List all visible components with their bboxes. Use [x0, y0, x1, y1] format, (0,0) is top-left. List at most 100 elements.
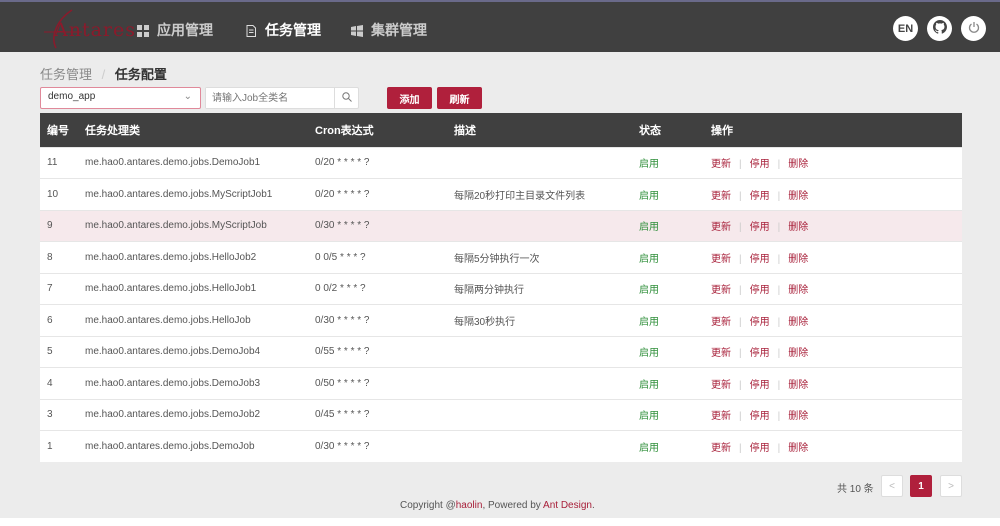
job-id: 10	[40, 178, 85, 210]
divider: |	[739, 285, 742, 297]
nav-cluster[interactable]: 集群管理	[351, 20, 427, 40]
update-link[interactable]: 更新	[711, 285, 731, 296]
disable-link[interactable]: 停用	[750, 443, 770, 454]
delete-link[interactable]: 删除	[788, 317, 808, 328]
update-link[interactable]: 更新	[711, 411, 731, 422]
job-desc	[454, 367, 639, 399]
job-class: me.hao0.antares.demo.jobs.HelloJob1	[85, 272, 315, 305]
disable-link[interactable]: 停用	[750, 317, 770, 328]
author-link[interactable]: haolin	[456, 500, 483, 511]
update-link[interactable]: 更新	[711, 317, 731, 328]
disable-link[interactable]: 停用	[750, 285, 770, 296]
job-search-input[interactable]	[206, 88, 334, 108]
app-select[interactable]: demo_app ⌄	[40, 87, 201, 109]
job-cron: 0 0/2 * * * ?	[315, 272, 454, 305]
pagination-prev[interactable]: <	[881, 475, 903, 497]
job-class: me.hao0.antares.demo.jobs.MyScriptJob	[85, 209, 315, 242]
delete-link[interactable]: 删除	[788, 411, 808, 422]
pagination-page[interactable]: 1	[910, 475, 932, 497]
windows-icon	[351, 24, 363, 37]
update-link[interactable]: 更新	[711, 348, 731, 359]
job-class: me.hao0.antares.demo.jobs.DemoJob	[85, 430, 315, 462]
breadcrumb-separator: /	[101, 67, 106, 82]
update-link[interactable]: 更新	[711, 222, 731, 233]
divider: |	[777, 285, 781, 297]
job-cron: 0/30 * * * * ?	[315, 209, 454, 242]
divider: |	[777, 222, 781, 234]
table-header: 编号 任务处理类 Cron表达式 描述 状态 操作	[40, 113, 962, 147]
disable-link[interactable]: 停用	[750, 254, 770, 265]
github-icon	[932, 20, 947, 37]
logout-button[interactable]	[961, 16, 986, 41]
divider: |	[739, 316, 742, 328]
nav-jobs[interactable]: 任务管理	[245, 20, 321, 40]
breadcrumb: 任务管理 / 任务配置	[40, 64, 167, 83]
job-desc: 每隔30秒执行	[454, 304, 639, 336]
job-desc: 每隔20秒打印主目录文件列表	[454, 178, 639, 210]
language-button[interactable]: EN	[893, 16, 918, 41]
github-button[interactable]	[927, 16, 952, 41]
job-class: me.hao0.antares.demo.jobs.DemoJob1	[85, 146, 315, 179]
job-id: 11	[40, 146, 85, 179]
table-row: 5 me.hao0.antares.demo.jobs.DemoJob4 0/5…	[40, 335, 962, 368]
breadcrumb-jobs[interactable]: 任务管理	[40, 67, 92, 82]
refresh-button[interactable]: 刷新	[437, 87, 482, 109]
job-search	[205, 87, 359, 109]
disable-link[interactable]: 停用	[750, 380, 770, 391]
divider: |	[777, 190, 781, 202]
update-link[interactable]: 更新	[711, 191, 731, 202]
divider: |	[739, 443, 742, 454]
search-button[interactable]	[334, 88, 358, 108]
disable-link[interactable]: 停用	[750, 159, 770, 170]
add-button[interactable]: 添加	[387, 87, 432, 109]
job-id: 1	[40, 430, 85, 462]
divider: |	[777, 411, 781, 423]
file-icon	[245, 24, 257, 37]
antares-logo[interactable]: Antares	[42, 8, 135, 49]
delete-link[interactable]: 删除	[788, 222, 808, 233]
bottom-strip	[0, 518, 1000, 526]
update-link[interactable]: 更新	[711, 159, 731, 170]
disable-link[interactable]: 停用	[750, 348, 770, 359]
pagination-next[interactable]: >	[940, 475, 962, 497]
delete-link[interactable]: 删除	[788, 285, 808, 296]
disable-link[interactable]: 停用	[750, 411, 770, 422]
job-class: me.hao0.antares.demo.jobs.DemoJob2	[85, 398, 315, 431]
job-cron: 0 0/5 * * * ?	[315, 241, 454, 273]
disable-link[interactable]: 停用	[750, 222, 770, 233]
table-row: 9 me.hao0.antares.demo.jobs.MyScriptJob …	[40, 209, 962, 242]
col-class: 任务处理类	[85, 113, 315, 147]
ant-design-link[interactable]: Ant Design	[543, 500, 592, 511]
job-class: me.hao0.antares.demo.jobs.MyScriptJob1	[85, 178, 315, 210]
job-status: 启用	[639, 304, 711, 336]
table-row: 10 me.hao0.antares.demo.jobs.MyScriptJob…	[40, 178, 962, 210]
update-link[interactable]: 更新	[711, 254, 731, 265]
update-link[interactable]: 更新	[711, 443, 731, 454]
nav-apps[interactable]: 应用管理	[137, 20, 213, 40]
disable-link[interactable]: 停用	[750, 191, 770, 202]
job-desc	[454, 398, 639, 431]
delete-link[interactable]: 删除	[788, 159, 808, 170]
update-link[interactable]: 更新	[711, 380, 731, 391]
table-row: 6 me.hao0.antares.demo.jobs.HelloJob 0/3…	[40, 304, 962, 336]
footer: Copyright @haolin, Powered by Ant Design…	[400, 500, 595, 511]
delete-link[interactable]: 删除	[788, 348, 808, 359]
job-status: 启用	[639, 367, 711, 399]
divider: |	[739, 222, 742, 234]
divider: |	[777, 253, 781, 265]
col-desc: 描述	[454, 113, 639, 147]
grid-icon	[137, 24, 149, 37]
job-cron: 0/45 * * * * ?	[315, 398, 454, 431]
divider: |	[739, 348, 742, 360]
job-id: 3	[40, 398, 85, 431]
delete-link[interactable]: 删除	[788, 443, 808, 454]
job-id: 8	[40, 241, 85, 273]
delete-link[interactable]: 删除	[788, 191, 808, 202]
col-actions: 操作	[711, 113, 962, 147]
divider: |	[739, 411, 742, 423]
divider: |	[777, 316, 781, 328]
job-id: 5	[40, 335, 85, 368]
delete-link[interactable]: 删除	[788, 254, 808, 265]
job-class: me.hao0.antares.demo.jobs.DemoJob4	[85, 335, 315, 368]
delete-link[interactable]: 删除	[788, 380, 808, 391]
